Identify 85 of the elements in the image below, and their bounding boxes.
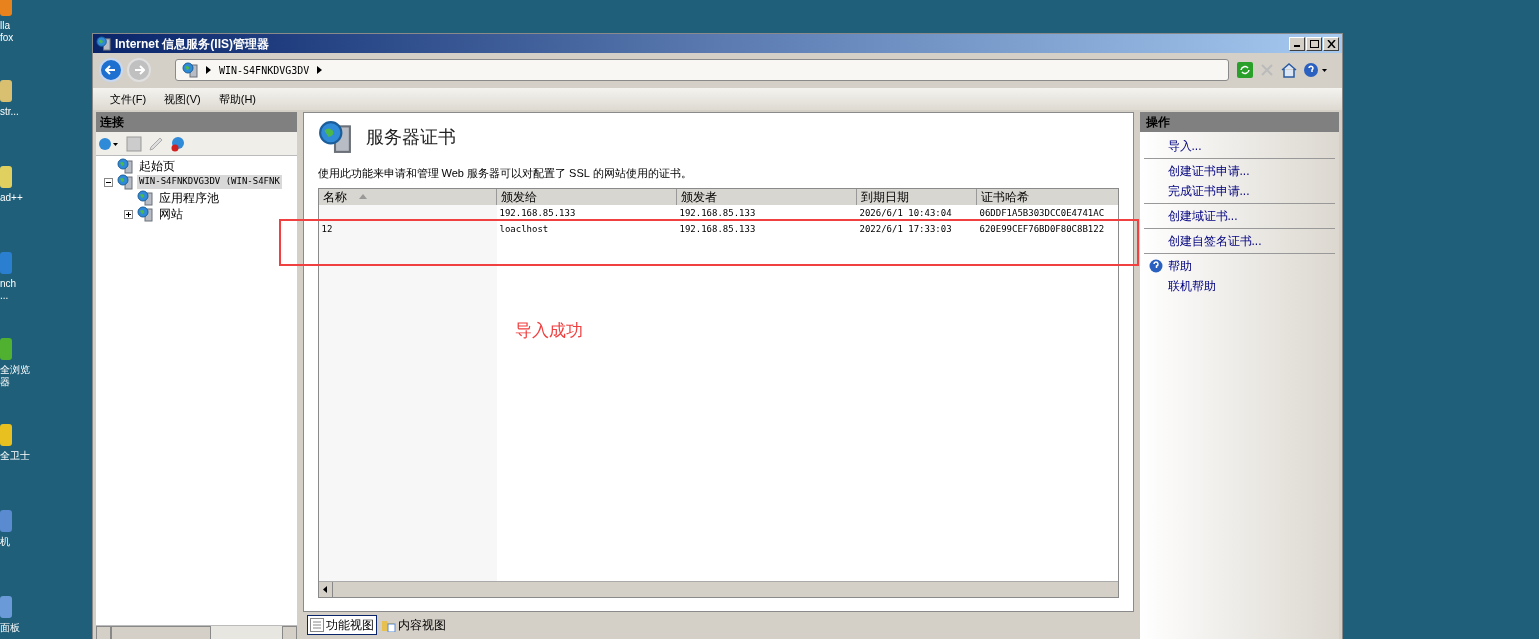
- menu-item[interactable]: 视图(V): [164, 90, 201, 108]
- column-header[interactable]: 名称: [318, 188, 497, 205]
- desktop-icon-label: lla fox: [0, 20, 15, 44]
- disconnect-icon[interactable]: [170, 135, 186, 152]
- table-cell-text: 2026/6/1 10:43:04: [858, 206, 953, 220]
- collapse-toggle[interactable]: [104, 177, 113, 187]
- view-tab[interactable]: 功能视图: [306, 615, 377, 635]
- server-globe-icon: [137, 190, 153, 206]
- help-icon: [1148, 259, 1163, 273]
- refresh-icon[interactable]: [1237, 62, 1253, 78]
- iis-icon: [96, 36, 111, 51]
- table-cell-text: 620E99CEF76BD0F80C8B122: [978, 222, 1106, 236]
- table-cell-text: 192.168.85.133: [678, 222, 757, 236]
- table-cell-text: 12: [320, 222, 334, 236]
- panel-header: 操作: [1139, 112, 1339, 132]
- desktop-icon-label: ad++: [0, 192, 24, 204]
- feature-description: 使用此功能来申请和管理 Web 服务器可以对配置了 SSL 的网站使用的证书。: [317, 166, 693, 181]
- folder-page-icon: [381, 618, 396, 632]
- menu-item[interactable]: 文件(F): [110, 90, 147, 108]
- desktop-icon-label: str...: [0, 106, 20, 118]
- back-button[interactable]: [99, 58, 123, 82]
- plus-icon: [126, 211, 131, 217]
- desktop-icon-label: 全浏览器: [0, 364, 31, 388]
- tree-item[interactable]: 网站: [157, 205, 185, 223]
- sort-ascending-icon: [358, 194, 367, 199]
- horizontal-scrollbar[interactable]: [318, 580, 1118, 597]
- expand-toggle[interactable]: [124, 209, 133, 219]
- server-certificate-icon: [317, 120, 352, 154]
- tree-item[interactable]: 应用程序池: [157, 189, 221, 207]
- feature-title: 服务器证书: [365, 125, 456, 149]
- tree-item[interactable]: WIN-S4FNKDVG3DV (WIN-S4FNK: [137, 175, 282, 189]
- tree-item[interactable]: 起始页: [137, 157, 177, 175]
- window-title: Internet 信息服务(IIS)管理器: [115, 35, 269, 53]
- column-header[interactable]: 颁发者: [676, 188, 857, 205]
- table-cell-text: loaclhost: [498, 222, 550, 236]
- list-view-icon: [309, 618, 324, 632]
- desktop-app-icon[interactable]: [0, 422, 14, 448]
- connect-icon[interactable]: [98, 135, 120, 152]
- maximize-icon: [1309, 39, 1319, 48]
- desktop-icon-label: nch ...: [0, 278, 18, 302]
- left-arrow-icon[interactable]: [323, 585, 327, 593]
- view-tab[interactable]: 内容视图: [378, 615, 449, 635]
- panel-header: 连接: [96, 112, 297, 132]
- column-header[interactable]: 颁发给: [496, 188, 677, 205]
- horizontal-scrollbar[interactable]: [96, 625, 297, 639]
- desktop-icon-label: 面板: [0, 622, 21, 634]
- close-icon: [1326, 39, 1336, 48]
- desktop-icon-label: 机: [0, 536, 11, 548]
- server-globe-icon: [117, 174, 133, 190]
- server-globe-icon: [117, 158, 133, 174]
- home-icon[interactable]: [1281, 62, 1297, 78]
- maximize-button[interactable]: [1306, 36, 1322, 51]
- action-link[interactable]: 创建自签名证书...: [1167, 232, 1262, 250]
- action-link[interactable]: 导入...: [1167, 137, 1202, 155]
- column-header[interactable]: 到期日期: [856, 188, 977, 205]
- annotation-text: 导入成功: [515, 320, 583, 342]
- server-globe-icon: [182, 62, 198, 78]
- table-cell-text: 192.168.85.133: [498, 206, 577, 220]
- table-cell-text: 06DDF1A5B303DCC0E4741AC: [978, 206, 1106, 220]
- back-arrow-icon: [105, 64, 117, 76]
- minimize-icon: [1294, 45, 1300, 47]
- minimize-button[interactable]: [1289, 36, 1305, 51]
- desktop-app-icon[interactable]: [0, 594, 14, 620]
- action-link[interactable]: 完成证书申请...: [1167, 182, 1250, 200]
- action-link[interactable]: 联机帮助: [1167, 277, 1216, 295]
- address-field[interactable]: WIN-S4FNKDVG3DV: [175, 59, 1229, 81]
- forward-arrow-icon: [133, 64, 145, 76]
- desktop-app-icon[interactable]: [0, 78, 14, 104]
- table-cell-text: 192.168.85.133: [678, 206, 757, 220]
- menu-item[interactable]: 帮助(H): [218, 90, 256, 108]
- close-button[interactable]: [1323, 36, 1339, 51]
- desktop-icon-label: 全卫士: [0, 450, 31, 462]
- breadcrumb-item[interactable]: WIN-S4FNKDVG3DV: [219, 62, 310, 78]
- column-header[interactable]: 证书哈希: [976, 188, 1118, 205]
- help-icon[interactable]: [1303, 62, 1329, 78]
- minus-icon: [106, 179, 111, 185]
- breadcrumb-arrow-icon: [206, 66, 211, 74]
- action-link[interactable]: 帮助: [1167, 257, 1192, 275]
- action-link[interactable]: 创建域证书...: [1167, 207, 1238, 225]
- desktop-app-icon[interactable]: [0, 164, 14, 190]
- table-cell-text: 2022/6/1 17:33:03: [858, 222, 953, 236]
- breadcrumb-arrow-icon: [317, 66, 323, 74]
- action-link[interactable]: 创建证书申请...: [1167, 162, 1250, 180]
- server-globe-icon: [137, 206, 153, 222]
- desktop-app-icon[interactable]: [0, 336, 14, 362]
